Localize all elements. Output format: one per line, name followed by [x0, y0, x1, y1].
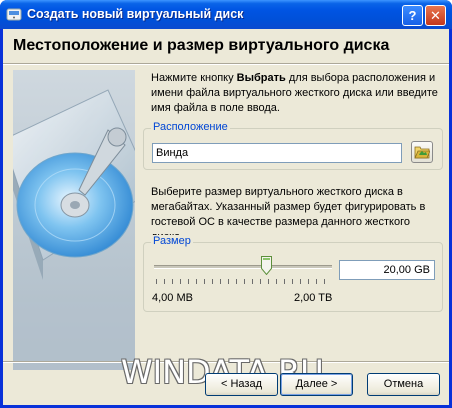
size-min-label: 4,00 MB: [152, 292, 193, 304]
size-slider-track[interactable]: [154, 265, 332, 269]
size-group-label: Размер: [151, 235, 193, 247]
wizard-header: Местоположение и размер виртуального дис…: [3, 29, 449, 63]
wizard-image: [13, 70, 135, 370]
header-divider: [3, 63, 449, 65]
dialog-window: Создать новый виртуальный диск ? ✕ Место…: [0, 0, 452, 408]
window-title: Создать новый виртуальный диск: [27, 7, 244, 21]
size-group: Размер 20,00 GB 4,00 MB 2,00 TB: [143, 235, 443, 312]
location-input[interactable]: Винда: [152, 143, 402, 163]
location-group: Расположение Винда: [143, 121, 443, 170]
browse-button[interactable]: [411, 141, 433, 163]
location-description-bold: Выбрать: [236, 72, 286, 84]
hard-disk-illustration: [13, 89, 135, 370]
location-description-text: Нажмите кнопку: [151, 72, 237, 84]
back-button[interactable]: < Назад: [205, 373, 278, 396]
title-bar[interactable]: Создать новый виртуальный диск ? ✕: [0, 0, 452, 29]
next-button[interactable]: Далее >: [280, 373, 353, 396]
close-button[interactable]: ✕: [425, 5, 446, 26]
folder-open-icon: [414, 146, 430, 159]
size-input[interactable]: 20,00 GB: [339, 260, 435, 280]
size-slider-thumb[interactable]: [260, 256, 272, 275]
location-group-label: Расположение: [151, 121, 230, 133]
help-button[interactable]: ?: [402, 5, 423, 26]
virtualbox-icon: [6, 8, 22, 21]
size-max-label: 2,00 TB: [294, 292, 333, 304]
size-description: Выберите размер виртуального жесткого ди…: [151, 186, 426, 243]
location-description: Нажмите кнопку Выбрать для выбора распол…: [151, 71, 441, 116]
page-title: Местоположение и размер виртуального дис…: [13, 37, 390, 54]
cancel-button[interactable]: Отмена: [367, 373, 440, 396]
size-slider-ticks: [156, 279, 330, 284]
